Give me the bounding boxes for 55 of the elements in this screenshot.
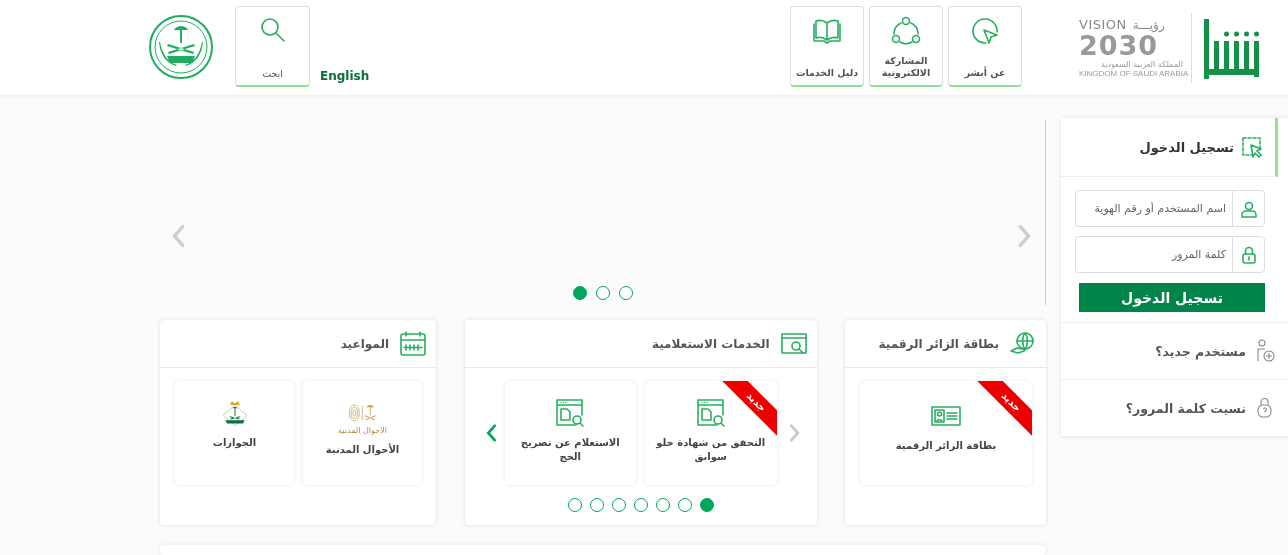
logo-caption: الاحوال المدنية <box>338 426 387 435</box>
document-search-icon <box>554 398 587 428</box>
share-icon <box>890 15 922 47</box>
carousel-dot[interactable] <box>611 498 626 512</box>
logo-text: VISION <box>1079 17 1127 32</box>
service-tile[interactable]: بطاقة الزائر الرقمية جديد <box>860 381 1032 485</box>
slider-dot[interactable] <box>618 286 633 300</box>
password-field[interactable]: كلمة المرور <box>1075 236 1232 273</box>
logo-text: رؤيـــة <box>1132 18 1165 32</box>
card-title: المواعيد <box>340 336 389 351</box>
cursor-icon <box>969 15 1001 47</box>
logo-text: KINGDOM OF SAUDI ARABIA <box>1079 69 1189 78</box>
tile-label: التحقق من شهادة خلو سوابق <box>654 436 767 464</box>
tile-label: الجوازات <box>211 436 258 450</box>
nav-button[interactable]: عن أبشر <box>948 6 1022 87</box>
nav-button[interactable]: المشاركة الالكترونية <box>869 6 943 87</box>
carousel-dot[interactable] <box>567 498 582 512</box>
carousel-dot[interactable] <box>699 498 714 512</box>
globe-icon <box>1009 330 1037 357</box>
pointer-select-icon <box>1241 136 1263 158</box>
carousel-dot[interactable] <box>677 498 692 512</box>
tile-label: الأحوال المدنية <box>324 443 401 457</box>
panel-title: تسجيل الدخول <box>1139 139 1234 155</box>
slider-dot[interactable] <box>595 286 610 300</box>
user-icon <box>1239 199 1258 218</box>
calendar-icon <box>399 330 427 357</box>
carousel-dot[interactable] <box>633 498 648 512</box>
emblem-icon <box>148 14 214 80</box>
service-tile[interactable]: الجوازات <box>175 381 294 485</box>
service-tile[interactable]: الاستعلام عن تصريح الحج <box>504 381 636 485</box>
carousel-dot[interactable] <box>589 498 604 512</box>
nav-button[interactable]: دليل الخدمات <box>790 6 864 87</box>
chevron-left-icon[interactable] <box>171 224 185 248</box>
search-icon <box>258 16 287 44</box>
slider-dot[interactable] <box>572 286 587 300</box>
browser-search-icon <box>779 330 808 357</box>
panel-link[interactable]: مستخدم جديد؟ <box>1155 343 1246 359</box>
card-title: بطاقة الزائر الرقمية <box>878 336 999 351</box>
panel-link[interactable]: نسيت كلمة المرور؟ <box>1125 400 1246 416</box>
tile-label: الاستعلام عن تصريح الحج <box>519 436 621 464</box>
chevron-left-icon[interactable] <box>484 424 497 442</box>
tile-label: بطاقة الزائر الرقمية <box>894 439 998 453</box>
lock-icon <box>1239 245 1258 264</box>
logo-text: المملكة العربية السعودية <box>1100 60 1183 69</box>
login-button[interactable]: تسجيل الدخول <box>1079 283 1265 312</box>
document-search-icon <box>694 398 727 428</box>
language-link[interactable]: English <box>320 69 370 83</box>
logo-text: 2030 <box>1079 32 1159 60</box>
search-button[interactable]: ابحث <box>235 6 310 87</box>
carousel-dot[interactable] <box>655 498 670 512</box>
chevron-right-icon[interactable] <box>1018 224 1032 248</box>
service-tile[interactable]: الاحوال المدنية الأحوال المدنية <box>303 381 422 485</box>
card-title: الخدمات الاستعلامية <box>651 336 770 351</box>
service-tile[interactable]: التحقق من شهادة خلو سوابق جديد <box>645 381 777 485</box>
user-plus-icon <box>1254 339 1276 363</box>
